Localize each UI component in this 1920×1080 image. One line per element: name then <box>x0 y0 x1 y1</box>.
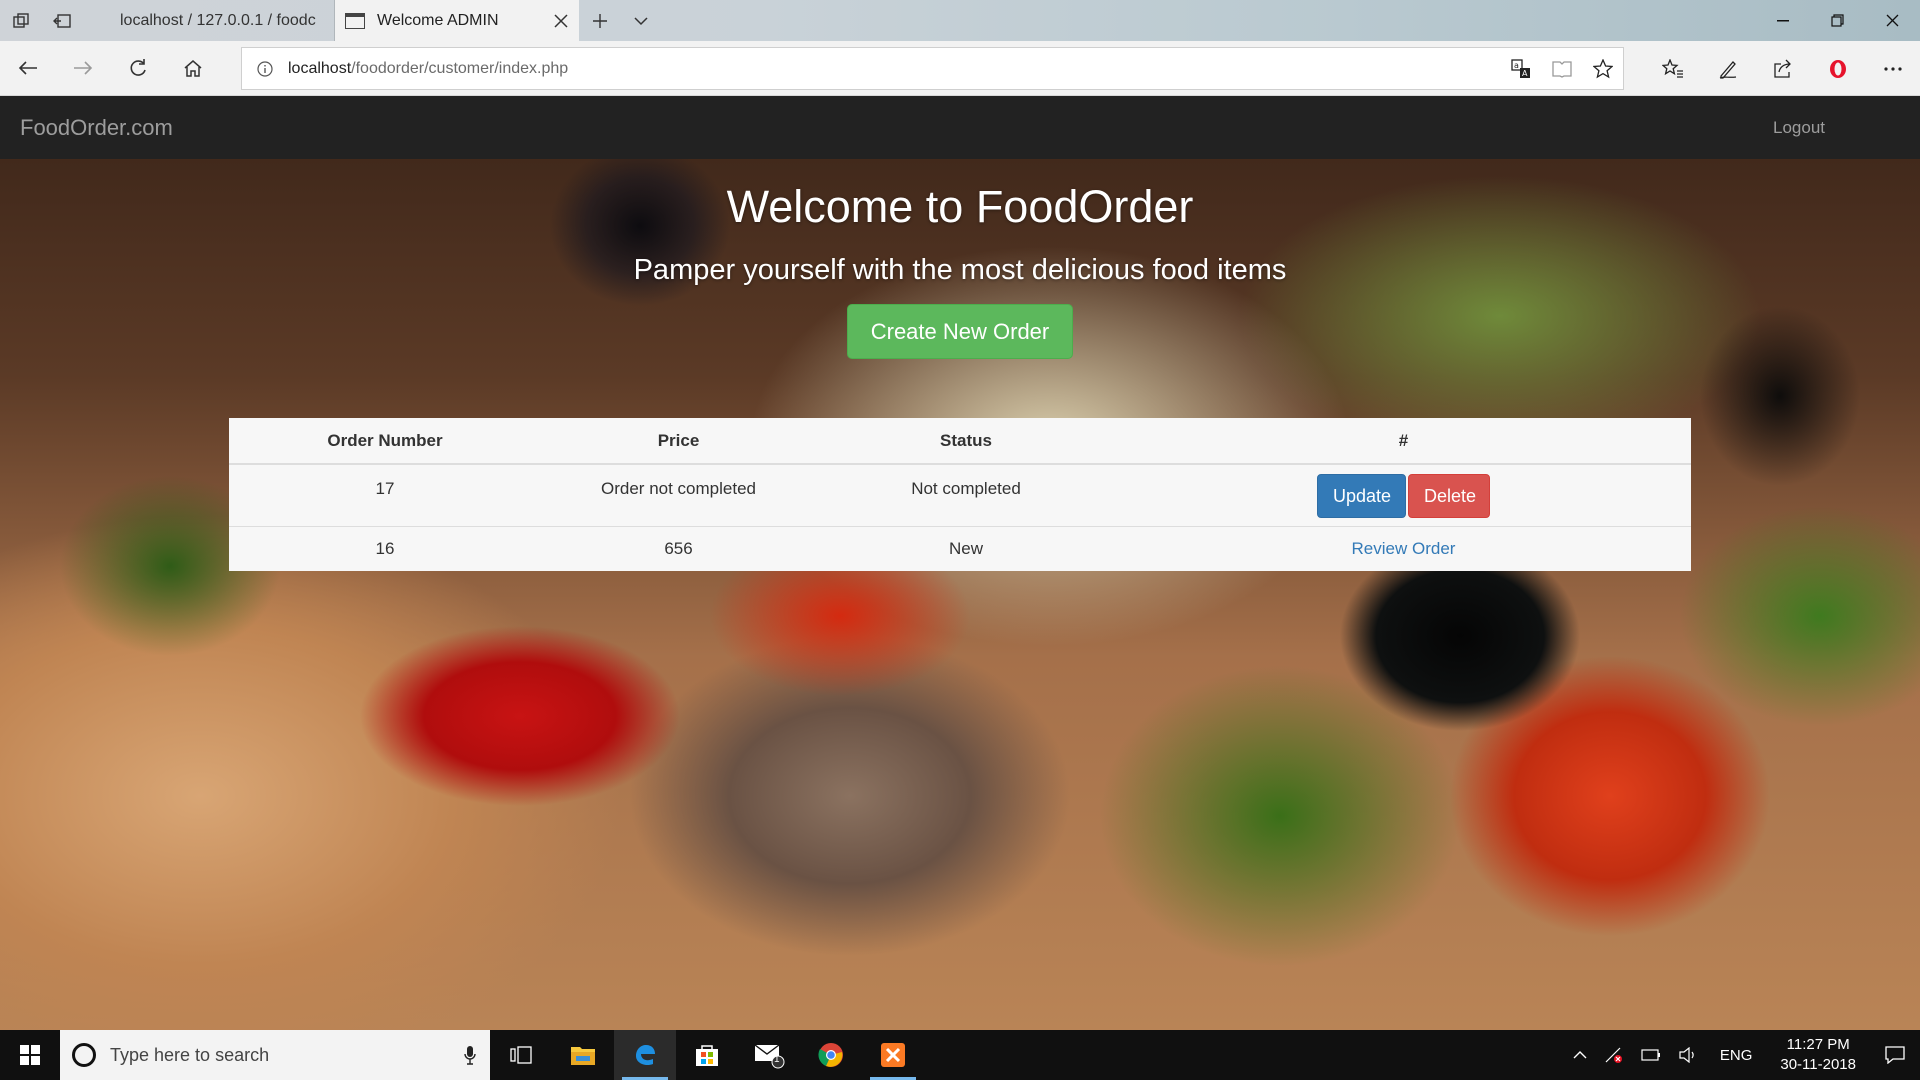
volume-icon[interactable] <box>1670 1047 1706 1063</box>
url-text: localhost/foodorder/customer/index.php <box>288 60 1500 78</box>
chrome-icon[interactable] <box>800 1030 862 1080</box>
clock-date: 30-11-2018 <box>1780 1056 1856 1073</box>
orders-table: Order Number Price Status # 17 Order not… <box>229 418 1691 571</box>
header-status: Status <box>816 418 1116 465</box>
clock-time: 11:27 PM <box>1786 1036 1850 1053</box>
header-order-number: Order Number <box>229 418 541 465</box>
url-host: localhost <box>288 59 352 77</box>
back-arrow-icon[interactable] <box>0 41 55 96</box>
opera-extension-icon[interactable] <box>1810 41 1865 96</box>
forward-arrow-icon[interactable] <box>55 41 110 96</box>
actions-cell: Review Order <box>1116 525 1691 571</box>
svg-text:a: a <box>1514 61 1519 70</box>
page-viewport: FoodOrder.com Logout Welcome to FoodOrde… <box>0 96 1920 1030</box>
store-icon[interactable] <box>676 1030 738 1080</box>
status-cell: Not completed <box>816 463 1116 526</box>
table-row: 16 656 New Review Order <box>229 525 1691 571</box>
cortana-icon <box>72 1043 96 1067</box>
home-icon[interactable] <box>165 41 220 96</box>
tab-phpmyadmin[interactable]: localhost / 127.0.0.1 / foodc <box>82 0 335 41</box>
header-price: Price <box>541 418 816 465</box>
delete-button[interactable]: Delete <box>1408 474 1490 518</box>
xampp-icon[interactable] <box>862 1030 924 1080</box>
review-order-link[interactable]: Review Order <box>1352 539 1456 558</box>
task-view-icon[interactable] <box>490 1030 552 1080</box>
taskbar-search-box[interactable]: Type here to search <box>60 1030 490 1080</box>
tab-preview-chevron-icon[interactable] <box>620 0 661 41</box>
web-notes-pen-icon[interactable] <box>1700 41 1755 96</box>
table-row: 17 Order not completed Not completed Upd… <box>229 463 1691 526</box>
browser-tab-strip: localhost / 127.0.0.1 / foodc Welcome AD… <box>0 0 1920 41</box>
reading-view-icon[interactable] <box>1541 48 1582 89</box>
browser-toolbar: localhost/foodorder/customer/index.php a… <box>0 41 1920 96</box>
share-icon[interactable] <box>1755 41 1810 96</box>
table-header-row: Order Number Price Status # <box>229 418 1691 465</box>
windows-taskbar: Type here to search 1 ENG 11:27 PM 30-11… <box>0 1030 1920 1080</box>
close-window-icon[interactable] <box>1865 0 1920 41</box>
price-cell: 656 <box>541 525 816 571</box>
input-language[interactable]: ENG <box>1706 1047 1767 1064</box>
set-tabs-aside-icon[interactable] <box>41 0 82 41</box>
favorites-hub-icon[interactable] <box>1645 41 1700 96</box>
show-hidden-icons-chevron-icon[interactable] <box>1564 1051 1596 1059</box>
update-button[interactable]: Update <box>1317 474 1406 518</box>
header-actions: # <box>1116 418 1691 465</box>
translate-icon[interactable]: aA <box>1500 48 1541 89</box>
logout-link[interactable]: Logout <box>1773 118 1825 138</box>
edge-browser-icon[interactable] <box>614 1030 676 1080</box>
system-tray: ENG 11:27 PM 30-11-2018 <box>1564 1030 1920 1080</box>
page-icon <box>345 12 365 29</box>
svg-text:A: A <box>1522 69 1528 78</box>
tab-label: localhost / 127.0.0.1 / foodc <box>120 11 316 29</box>
more-options-icon[interactable] <box>1865 41 1920 96</box>
file-explorer-icon[interactable] <box>552 1030 614 1080</box>
search-placeholder: Type here to search <box>110 1044 270 1065</box>
mail-badge: 1 <box>774 1054 780 1065</box>
restore-icon[interactable] <box>1810 0 1865 41</box>
address-bar[interactable]: localhost/foodorder/customer/index.php a… <box>241 47 1624 90</box>
hero-title: Welcome to FoodOrder <box>726 181 1194 232</box>
price-cell: Order not completed <box>541 463 816 526</box>
favorite-star-icon[interactable] <box>1582 48 1623 89</box>
create-new-order-button[interactable]: Create New Order <box>847 304 1073 359</box>
new-tab-icon[interactable] <box>579 0 620 41</box>
brand-link[interactable]: FoodOrder.com <box>20 115 173 141</box>
battery-icon[interactable] <box>1632 1049 1670 1061</box>
info-icon[interactable] <box>242 60 288 77</box>
status-cell: New <box>816 525 1116 571</box>
actions-cell: Update Delete <box>1116 463 1691 526</box>
network-disconnected-icon[interactable] <box>1596 1047 1632 1063</box>
clock[interactable]: 11:27 PM 30-11-2018 <box>1766 1035 1870 1075</box>
tab-welcome-admin[interactable]: Welcome ADMIN <box>335 0 579 41</box>
order-number-cell: 17 <box>229 463 541 526</box>
minimize-icon[interactable] <box>1755 0 1810 41</box>
tab-label: Welcome ADMIN <box>377 11 499 29</box>
refresh-icon[interactable] <box>110 41 165 96</box>
order-number-cell: 16 <box>229 525 541 571</box>
windows-start-icon[interactable] <box>0 1030 60 1080</box>
close-tab-icon[interactable] <box>543 0 579 41</box>
microphone-icon[interactable] <box>450 1045 490 1065</box>
hero-subtitle: Pamper yourself with the most delicious … <box>633 254 1287 286</box>
tab-manager-icon[interactable] <box>0 0 41 41</box>
mail-icon[interactable]: 1 <box>738 1030 800 1080</box>
action-center-icon[interactable] <box>1870 1030 1920 1080</box>
site-navbar: FoodOrder.com Logout <box>0 96 1920 159</box>
url-path: /foodorder/customer/index.php <box>351 59 569 77</box>
